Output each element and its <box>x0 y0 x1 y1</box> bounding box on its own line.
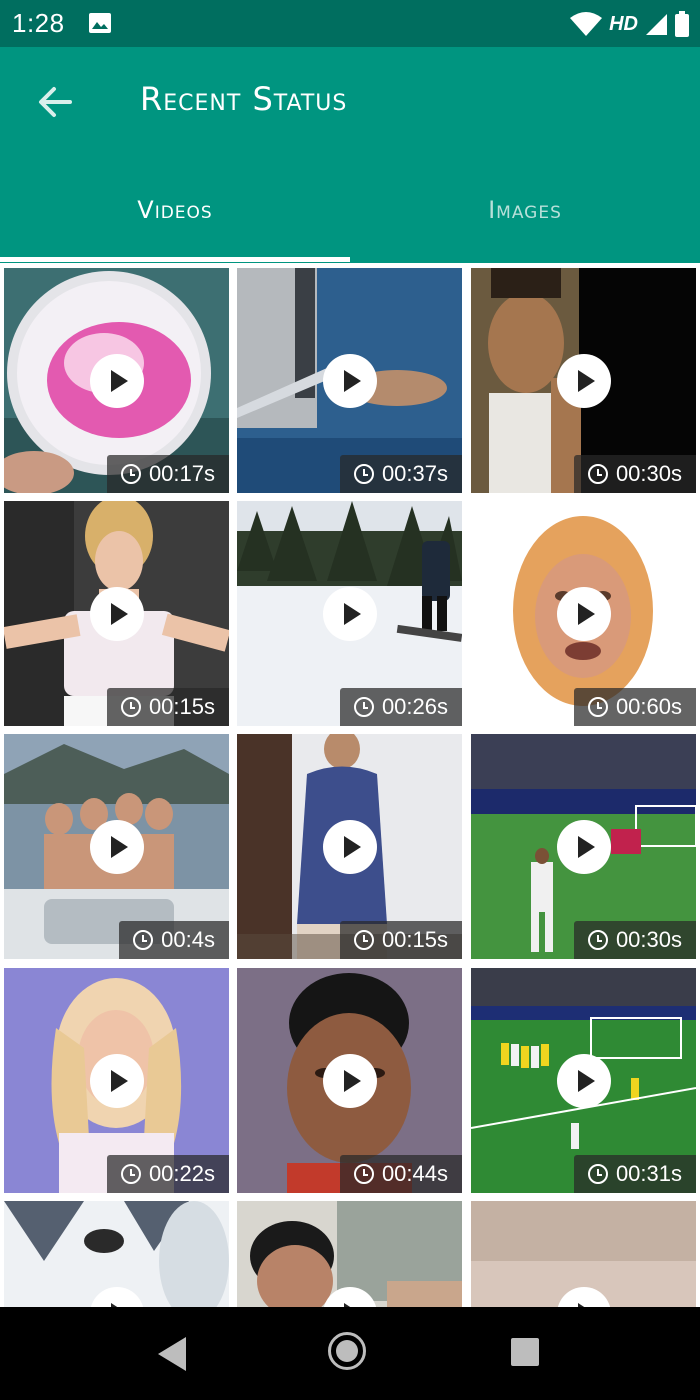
video-thumbnail[interactable]: 00:60s <box>471 501 696 726</box>
duration-label: 00:4s <box>161 927 215 952</box>
clock-icon <box>120 697 141 717</box>
video-grid: 00:17s 00:37s 00:30s 00:15s 00:26s 00:60… <box>0 263 700 1307</box>
duration-label: 00:37s <box>381 461 448 486</box>
play-icon[interactable] <box>90 354 144 408</box>
play-icon[interactable] <box>90 1054 144 1108</box>
nav-home-icon[interactable] <box>328 1332 366 1370</box>
duration-badge: 00:17s <box>106 455 229 493</box>
duration-label: 00:22s <box>148 1161 215 1186</box>
clock-icon <box>120 1164 141 1184</box>
play-icon[interactable] <box>323 1054 377 1108</box>
play-icon[interactable] <box>323 820 377 874</box>
nav-recents-icon[interactable] <box>511 1338 539 1366</box>
duration-badge: 00:30s <box>573 455 696 493</box>
duration-label: 00:26s <box>381 694 448 719</box>
nav-back-icon[interactable] <box>158 1337 186 1371</box>
tab-bar: Videos Images <box>0 195 700 263</box>
duration-label: 00:30s <box>615 461 682 486</box>
clock-icon <box>353 464 374 484</box>
navigation-bar <box>0 1307 700 1400</box>
duration-label: 00:17s <box>148 461 215 486</box>
video-thumbnail[interactable]: 00:31s <box>471 968 696 1193</box>
duration-badge: 00:15s <box>106 688 229 726</box>
tab-indicator <box>0 257 350 262</box>
video-thumbnail[interactable]: 00:30s <box>471 268 696 493</box>
status-indicators: HD <box>569 9 690 39</box>
clock-icon <box>120 464 141 484</box>
video-thumbnail[interactable]: 00:22s <box>4 968 229 1193</box>
video-thumbnail[interactable] <box>471 1201 696 1307</box>
duration-label: 00:31s <box>615 1161 682 1186</box>
back-arrow-icon[interactable] <box>28 77 82 127</box>
video-thumbnail[interactable]: 00:17s <box>4 268 229 493</box>
duration-badge: 00:4s <box>119 921 229 959</box>
clock-icon <box>587 930 608 950</box>
clock-icon <box>587 1164 608 1184</box>
video-thumbnail[interactable]: 00:44s <box>237 968 462 1193</box>
play-icon[interactable] <box>90 587 144 641</box>
video-thumbnail[interactable]: 00:30s <box>471 734 696 959</box>
play-icon[interactable] <box>557 820 611 874</box>
tab-images[interactable]: Images <box>350 195 700 263</box>
battery-icon <box>675 11 689 37</box>
video-thumbnail[interactable]: 00:37s <box>237 268 462 493</box>
duration-badge: 00:15s <box>339 921 462 959</box>
play-icon[interactable] <box>323 354 377 408</box>
clock-icon <box>353 1164 374 1184</box>
clock-icon <box>587 697 608 717</box>
video-thumbnail[interactable]: 00:26s <box>237 501 462 726</box>
status-bar: 1:28 HD <box>0 0 700 47</box>
clock-icon <box>133 930 154 950</box>
duration-badge: 00:44s <box>339 1155 462 1193</box>
video-thumbnail[interactable]: 00:4s <box>4 734 229 959</box>
duration-label: 00:30s <box>615 927 682 952</box>
clock-icon <box>587 464 608 484</box>
duration-label: 00:15s <box>148 694 215 719</box>
clock-icon <box>353 930 374 950</box>
play-icon[interactable] <box>557 1054 611 1108</box>
wifi-icon <box>570 12 603 36</box>
duration-badge: 00:22s <box>106 1155 229 1193</box>
network-type-label: HD <box>609 12 638 35</box>
duration-label: 00:15s <box>381 927 448 952</box>
duration-badge: 00:37s <box>339 455 462 493</box>
duration-badge: 00:30s <box>573 921 696 959</box>
video-thumbnail[interactable]: 00:15s <box>4 501 229 726</box>
video-thumbnail[interactable] <box>4 1201 229 1307</box>
play-icon[interactable] <box>557 354 611 408</box>
gallery-notification-icon <box>89 13 111 33</box>
play-icon[interactable] <box>557 587 611 641</box>
play-icon[interactable] <box>323 587 377 641</box>
duration-badge: 00:31s <box>573 1155 696 1193</box>
video-thumbnail[interactable] <box>237 1201 462 1307</box>
app-bar: Recent Status Videos Images <box>0 47 700 263</box>
duration-badge: 00:60s <box>573 688 696 726</box>
duration-label: 00:44s <box>381 1161 448 1186</box>
page-title: Recent Status <box>140 80 348 118</box>
tab-videos[interactable]: Videos <box>0 195 350 263</box>
signal-icon <box>646 14 667 35</box>
clock-icon <box>353 697 374 717</box>
duration-badge: 00:26s <box>339 688 462 726</box>
status-time: 1:28 <box>12 8 65 38</box>
play-icon[interactable] <box>90 820 144 874</box>
duration-label: 00:60s <box>615 694 682 719</box>
video-thumbnail[interactable]: 00:15s <box>237 734 462 959</box>
